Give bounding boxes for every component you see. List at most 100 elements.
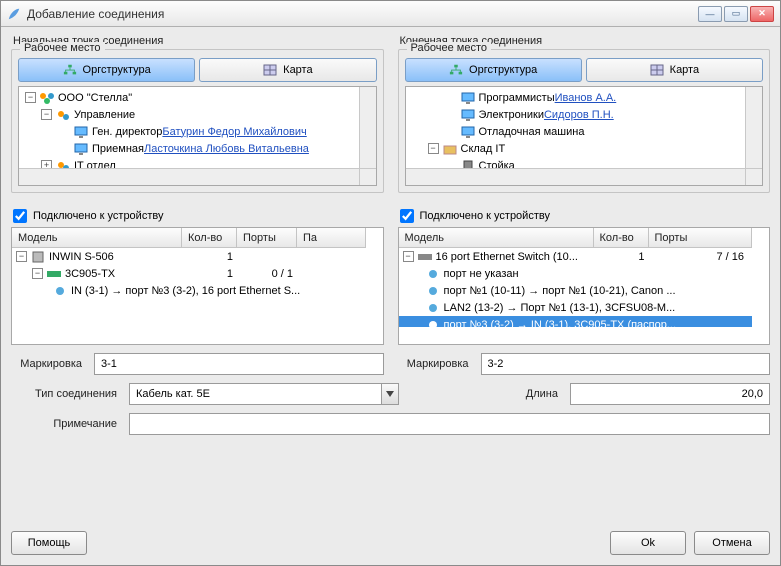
expand-icon[interactable]: +: [41, 160, 52, 168]
person-link[interactable]: Иванов А.А.: [555, 92, 617, 104]
right-connected-checkbox[interactable]: [400, 209, 414, 223]
folder-icon: [55, 159, 71, 169]
tree-node[interactable]: Стойка: [410, 157, 742, 168]
tree-node[interactable]: Ген. директор Батурин Федор Михайлович: [23, 123, 355, 140]
collapse-icon[interactable]: −: [32, 268, 43, 279]
table-row[interactable]: −3C905-TX 1 0 / 1: [12, 265, 366, 282]
end-point-panel: Конечная точка соединения Рабочее место …: [398, 35, 771, 375]
tree-node[interactable]: Программисты Иванов А.А.: [410, 89, 742, 106]
vertical-scrollbar[interactable]: [745, 87, 762, 168]
rack-icon: [460, 159, 476, 169]
connection-type-label: Тип соединения: [11, 388, 121, 400]
horizontal-scrollbar[interactable]: [406, 168, 746, 185]
tree-node[interactable]: Приемная Ласточкина Любовь Витальевна: [23, 140, 355, 157]
right-device-table[interactable]: Модель Кол-во Порты −16 port Ethernet Sw…: [398, 227, 771, 345]
left-device-table[interactable]: Модель Кол-во Порты Па −INWIN S-506 1 −3…: [11, 227, 384, 345]
port-icon: [425, 267, 441, 281]
app-icon: [7, 7, 21, 21]
monitor-icon: [73, 142, 89, 156]
titlebar[interactable]: Добавление соединения — ▭ ✕: [1, 1, 780, 27]
col-qty[interactable]: Кол-во: [182, 228, 237, 247]
col-qty[interactable]: Кол-во: [594, 228, 649, 247]
tree-node[interactable]: +IT отдел: [23, 157, 355, 168]
table-row-selected[interactable]: порт №3 (3-2) → IN (3-1), 3C905-TX (пасп…: [399, 316, 753, 327]
col-ports[interactable]: Порты: [237, 228, 297, 247]
help-button[interactable]: Помощь: [11, 531, 87, 555]
tree-node[interactable]: Электроники Сидоров П.Н.: [410, 106, 742, 123]
horizontal-scrollbar[interactable]: [19, 168, 359, 185]
dialog-window: Добавление соединения — ▭ ✕ Начальная то…: [0, 0, 781, 566]
tree-node[interactable]: −Управление: [23, 106, 355, 123]
table-row[interactable]: порт №1 (10-11) → порт №1 (10-21), Canon…: [399, 282, 753, 299]
monitor-icon: [73, 125, 89, 139]
col-model[interactable]: Модель: [12, 228, 182, 247]
right-workplace-group: Рабочее место Оргструктура Карта: [398, 49, 771, 193]
monitor-icon: [460, 108, 476, 122]
left-connected-label: Подключено к устройству: [33, 210, 163, 222]
tree-node[interactable]: −ООО "Стелла": [23, 89, 355, 106]
left-map-tab[interactable]: Карта: [199, 58, 376, 82]
dropdown-button[interactable]: [381, 383, 399, 405]
collapse-icon[interactable]: −: [25, 92, 36, 103]
orgstructure-icon: [449, 64, 463, 76]
col-ports[interactable]: Порты: [649, 228, 753, 247]
vertical-scrollbar[interactable]: [359, 87, 376, 168]
port-icon: [425, 318, 441, 328]
org-root-icon: [39, 91, 55, 105]
left-org-tree[interactable]: −ООО "Стелла" −Управление Ген. директор …: [18, 86, 377, 186]
orgstructure-icon: [63, 64, 77, 76]
col-model[interactable]: Модель: [399, 228, 594, 247]
left-workplace-group: Рабочее место Оргструктура Карта: [11, 49, 384, 193]
left-connected-checkbox[interactable]: [13, 209, 27, 223]
note-input[interactable]: [129, 413, 770, 435]
cancel-button[interactable]: Отмена: [694, 531, 770, 555]
map-icon: [650, 64, 664, 76]
monitor-icon: [460, 125, 476, 139]
map-icon: [263, 64, 277, 76]
col-pa[interactable]: Па: [297, 228, 366, 247]
port-icon: [52, 284, 68, 298]
right-workplace-label: Рабочее место: [407, 42, 492, 54]
table-row[interactable]: порт не указан: [399, 265, 753, 282]
ok-button[interactable]: Ok: [610, 531, 686, 555]
person-link[interactable]: Ласточкина Любовь Витальевна: [144, 143, 309, 155]
collapse-icon[interactable]: −: [16, 251, 27, 262]
connection-type-combo[interactable]: [129, 383, 381, 405]
close-button[interactable]: ✕: [750, 6, 774, 22]
right-marking-label: Маркировка: [398, 358, 473, 370]
person-link[interactable]: Батурин Федор Михайлович: [162, 126, 306, 138]
right-marking-input[interactable]: [481, 353, 771, 375]
right-map-tab[interactable]: Карта: [586, 58, 763, 82]
length-input[interactable]: [570, 383, 770, 405]
table-row[interactable]: −INWIN S-506 1: [12, 248, 366, 265]
start-point-panel: Начальная точка соединения Рабочее место…: [11, 35, 384, 375]
port-icon: [425, 301, 441, 315]
length-label: Длина: [502, 388, 562, 400]
right-org-tree[interactable]: Программисты Иванов А.А. Электроники Сид…: [405, 86, 764, 186]
case-icon: [30, 250, 46, 264]
left-workplace-label: Рабочее место: [20, 42, 105, 54]
chevron-down-icon: [386, 391, 394, 397]
person-link[interactable]: Сидоров П.Н.: [544, 109, 614, 121]
right-orgstructure-tab[interactable]: Оргструктура: [405, 58, 582, 82]
tree-node[interactable]: −Склад IT: [410, 140, 742, 157]
left-marking-label: Маркировка: [11, 358, 86, 370]
minimize-button[interactable]: —: [698, 6, 722, 22]
maximize-button[interactable]: ▭: [724, 6, 748, 22]
collapse-icon[interactable]: −: [41, 109, 52, 120]
table-row[interactable]: −16 port Ethernet Switch (10... 1 7 / 16: [399, 248, 753, 265]
window-title: Добавление соединения: [27, 7, 698, 21]
table-row[interactable]: IN (3-1) → порт №3 (3-2), 16 port Ethern…: [12, 282, 366, 299]
right-connected-label: Подключено к устройству: [420, 210, 550, 222]
monitor-icon: [460, 91, 476, 105]
tree-node[interactable]: Отладочная машина: [410, 123, 742, 140]
note-label: Примечание: [11, 418, 121, 430]
folder-icon: [55, 108, 71, 122]
left-marking-input[interactable]: [94, 353, 384, 375]
collapse-icon[interactable]: −: [403, 251, 414, 262]
table-row[interactable]: LAN2 (13-2) → Порт №1 (13-1), 3CFSU08-M.…: [399, 299, 753, 316]
collapse-icon[interactable]: −: [428, 143, 439, 154]
box-icon: [442, 142, 458, 156]
left-orgstructure-tab[interactable]: Оргструктура: [18, 58, 195, 82]
switch-icon: [417, 250, 433, 264]
